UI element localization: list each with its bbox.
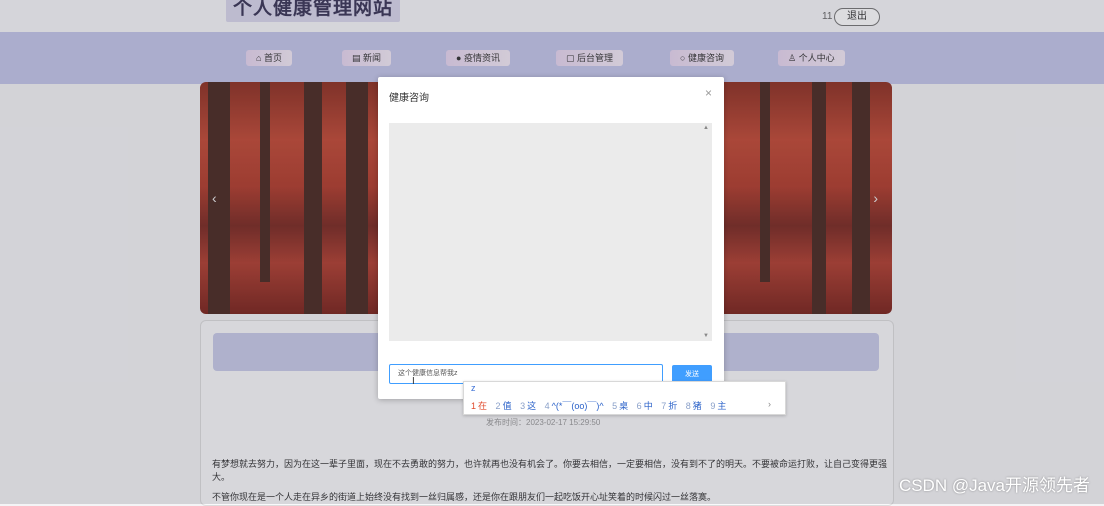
- scroll-down-icon[interactable]: ▼: [703, 333, 709, 339]
- watermark-text: CSDN @Java开源领先者: [898, 476, 1090, 495]
- ime-next-page-icon[interactable]: ›: [768, 399, 771, 409]
- ime-candidate-list: 1在 2值 3这 4 ^(*￣(oo)￣)^ 5桌 6中 7折 8猪 9主: [471, 399, 732, 412]
- consult-dialog: 健康咨询 × ▲ ▼ 这个健康信息帮我z 发送: [378, 77, 724, 399]
- ime-candidate[interactable]: 2值: [496, 399, 512, 412]
- chat-history[interactable]: ▲ ▼: [389, 123, 712, 341]
- scroll-up-icon[interactable]: ▲: [703, 125, 709, 131]
- ime-composition: z: [471, 383, 476, 393]
- ime-candidate[interactable]: 4 ^(*￣(oo)￣)^: [545, 399, 604, 412]
- dialog-title: 健康咨询: [389, 93, 429, 104]
- ime-candidate[interactable]: 3这: [520, 399, 536, 412]
- ime-candidate[interactable]: 7折: [661, 399, 677, 412]
- ime-candidate[interactable]: 6中: [637, 399, 653, 412]
- ime-candidate[interactable]: 9主: [710, 399, 726, 412]
- ime-candidate[interactable]: 8猪: [686, 399, 702, 412]
- text-cursor-icon: I: [412, 376, 415, 387]
- close-icon[interactable]: ×: [705, 86, 712, 100]
- ime-candidate[interactable]: 5桌: [612, 399, 628, 412]
- ime-candidate[interactable]: 1在: [471, 399, 487, 412]
- ime-candidate-box: z 1在 2值 3这 4 ^(*￣(oo)￣)^ 5桌 6中 7折 8猪 9主 ›: [463, 381, 786, 415]
